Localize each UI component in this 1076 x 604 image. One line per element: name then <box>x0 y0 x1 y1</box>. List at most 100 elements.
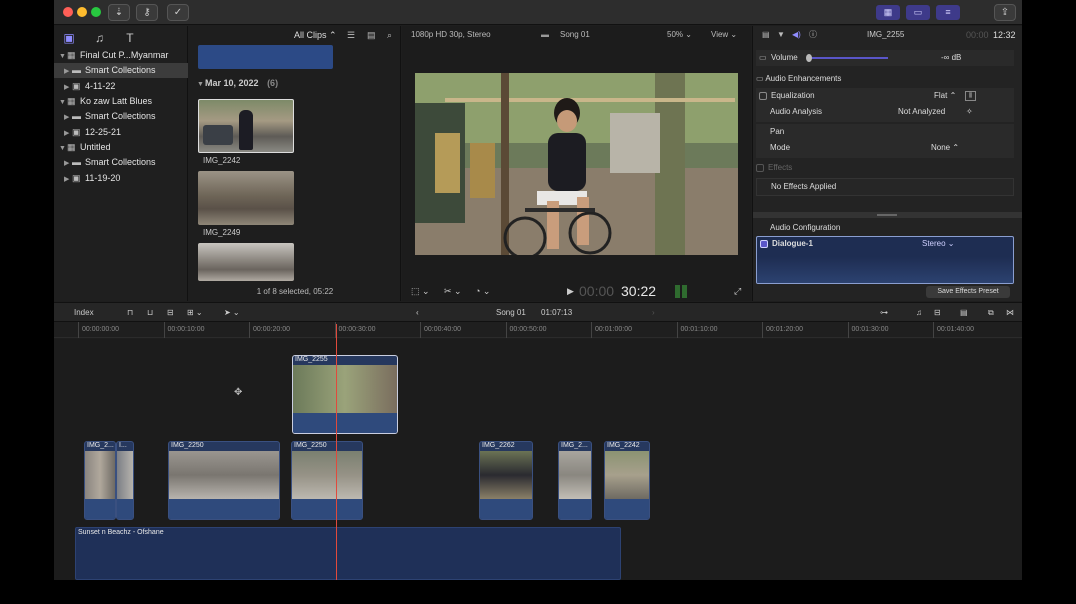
library-item[interactable]: ▼▦ Ko zaw Latt Blues <box>54 94 188 109</box>
search-icon[interactable]: ⌕ <box>387 26 392 44</box>
connected-clip[interactable]: IMG_2255 <box>292 355 398 434</box>
library-icon: ▦ <box>67 142 76 152</box>
primary-clip[interactable]: IMG_2... <box>558 441 592 520</box>
clip-thumbnail[interactable] <box>198 99 294 153</box>
disclosure-triangle-icon[interactable]: ▶ <box>64 172 72 187</box>
volume-value[interactable]: -∞ dB <box>941 50 961 66</box>
workspace-inspector-button[interactable]: ≡ <box>936 5 960 20</box>
primary-clip[interactable]: IMG_2242 <box>604 441 650 520</box>
ruler-tick: 00:00:10:00 <box>163 322 204 338</box>
equalization-menu[interactable]: Flat ⌃ <box>934 88 956 104</box>
titles-generators-tab-icon[interactable]: T <box>123 31 137 45</box>
final-cut-window: ⇣ ⚷ ✓ ▦ ▭ ≡ ⇪ ▣ ♫ T ▼▦ Final Cut P...Myan… <box>54 0 1022 580</box>
primary-clip[interactable]: IMG_2250 <box>291 441 363 520</box>
volume-slider-knob[interactable] <box>806 54 812 62</box>
audio-skimming-icon[interactable]: ⊶ <box>880 303 888 323</box>
disclosure-triangle-icon[interactable]: ▶ <box>64 110 72 125</box>
disclosure-triangle-icon[interactable]: ▶ <box>64 64 72 79</box>
timecode-dim: 00:00 <box>579 283 615 299</box>
smart-collections-item[interactable]: ▶ ▬ Smart Collections <box>54 63 188 78</box>
disclosure-triangle-icon[interactable]: ▼ <box>59 95 67 110</box>
smart-collections-item[interactable]: ▶ ▬ Smart Collections <box>54 109 188 124</box>
connect-clip-icon[interactable]: ⊓ <box>127 303 133 323</box>
overwrite-clip-icon[interactable]: ⊞ ⌄ <box>187 303 203 323</box>
video-frame[interactable] <box>415 73 738 255</box>
back-arrow-icon[interactable]: ‹ <box>416 303 419 323</box>
clip-filmstrip <box>559 451 591 499</box>
crop-icon[interactable]: ✂ ⌄ <box>444 281 462 301</box>
primary-clip[interactable]: IMG_2... <box>84 441 116 520</box>
append-clip-icon[interactable]: ⊟ <box>167 303 174 323</box>
clip-thumbnail-audio[interactable] <box>198 45 333 69</box>
event-item[interactable]: ▶ ▣ 11-19-20 <box>54 171 188 186</box>
zoom-menu[interactable]: 50% ⌄ <box>667 26 692 44</box>
event-icon: ▣ <box>72 173 81 183</box>
smart-collections-item[interactable]: ▶ ▬ Smart Collections <box>54 155 188 170</box>
key-icon[interactable]: ⚷ <box>136 4 158 21</box>
check-circle-icon[interactable]: ✓ <box>167 4 189 21</box>
music-clip[interactable]: Sunset n Beachz - Ofshane <box>75 527 621 580</box>
workspace-browser-button[interactable]: ▦ <box>876 5 900 20</box>
close-window-button[interactable] <box>63 7 73 17</box>
event-item[interactable]: ▶ ▣ 4-11-22 <box>54 79 188 94</box>
clip-thumbnail[interactable] <box>198 243 294 281</box>
timeline-ruler[interactable]: 00:00:00:00 00:00:10:00 00:00:20:00 00:00:3… <box>54 322 1022 338</box>
video-inspector-icon[interactable]: ▤ <box>762 26 770 44</box>
index-button[interactable]: Index <box>74 303 94 323</box>
clip-thumbnail[interactable] <box>198 171 294 225</box>
filter-menu[interactable]: All Clips ⌃ <box>294 26 337 44</box>
libraries-tab-icon[interactable]: ▣ <box>62 31 76 45</box>
magic-wand-icon[interactable]: ✧ <box>966 104 973 120</box>
primary-clip[interactable]: IMG_2250 <box>168 441 280 520</box>
filmstrip-icon[interactable]: ▤ <box>367 26 376 44</box>
volume-slider[interactable] <box>808 57 888 59</box>
effects-browser-icon[interactable]: ⧉ <box>988 303 994 323</box>
select-tool-icon[interactable]: ➤ ⌄ <box>224 303 240 323</box>
date-group-header[interactable]: ▼Mar 10, 2022 (6) <box>197 78 278 88</box>
role-checkbox[interactable] <box>760 239 768 248</box>
photos-audio-tab-icon[interactable]: ♫ <box>92 31 106 45</box>
zoom-window-button[interactable] <box>91 7 101 17</box>
pan-mode-menu[interactable]: None ⌃ <box>931 140 959 156</box>
solo-icon[interactable]: ⊟ <box>934 303 941 323</box>
transform-icon[interactable]: ⬚ ⌄ <box>411 281 430 301</box>
play-icon[interactable]: ▶ <box>567 281 574 301</box>
headphones-icon[interactable]: ♫ <box>916 303 922 323</box>
disclosure-triangle-icon[interactable]: ▶ <box>64 80 72 95</box>
disclosure-triangle-icon[interactable]: ▼ <box>59 49 67 64</box>
share-icon[interactable]: ⇪ <box>994 4 1016 21</box>
insert-clip-icon[interactable]: ⊔ <box>147 303 153 323</box>
minimize-window-button[interactable] <box>77 7 87 17</box>
list-view-icon[interactable]: ☰ <box>347 26 355 44</box>
library-item[interactable]: ▼▦ Untitled <box>54 140 188 155</box>
forward-arrow-icon[interactable]: › <box>652 303 655 323</box>
view-menu[interactable]: View ⌄ <box>711 26 737 44</box>
workspace-timeline-button[interactable]: ▭ <box>906 5 930 20</box>
disclosure-triangle-icon[interactable]: ▼ <box>59 141 67 156</box>
timecode-display[interactable]: 30:22 <box>621 281 656 301</box>
info-inspector-icon[interactable]: ⓘ <box>809 26 817 44</box>
equalization-checkbox[interactable] <box>759 91 767 100</box>
audio-enhancements-header[interactable]: ▭ Audio Enhancements <box>756 71 1014 87</box>
transitions-browser-icon[interactable]: ⋈ <box>1006 303 1014 323</box>
audio-role-component[interactable]: Dialogue-1 Stereo ⌄ <box>756 236 1014 284</box>
effects-checkbox[interactable] <box>756 163 764 172</box>
color-inspector-icon[interactable]: ▼ <box>777 26 785 44</box>
retime-icon[interactable]: ◔ ⌄ <box>475 281 490 301</box>
eq-graph-icon[interactable]: ⫼ <box>965 91 976 101</box>
event-item[interactable]: ▶ ▣ 12-25-21 <box>54 125 188 140</box>
disclosure-triangle-icon[interactable]: ▶ <box>64 126 72 141</box>
clip-appearance-icon[interactable]: ▤ <box>960 303 968 323</box>
primary-clip[interactable]: IMG_2262 <box>479 441 533 520</box>
library-item[interactable]: ▼▦ Final Cut P...Myanmar <box>54 48 188 63</box>
channel-config-menu[interactable]: Stereo ⌄ <box>922 239 955 248</box>
disclosure-triangle-icon[interactable]: ▶ <box>64 156 72 171</box>
playhead[interactable] <box>336 324 337 580</box>
save-effects-preset-button[interactable]: Save Effects Preset <box>926 286 1010 298</box>
audio-inspector-icon[interactable]: ◀) <box>792 26 801 44</box>
primary-clip[interactable]: I... <box>116 441 134 520</box>
fullscreen-icon[interactable]: ⤢ <box>734 281 741 301</box>
tree-item-label: 11-19-20 <box>85 173 121 183</box>
download-arrow-icon[interactable]: ⇣ <box>108 4 130 21</box>
inspector-divider[interactable] <box>753 212 1022 218</box>
